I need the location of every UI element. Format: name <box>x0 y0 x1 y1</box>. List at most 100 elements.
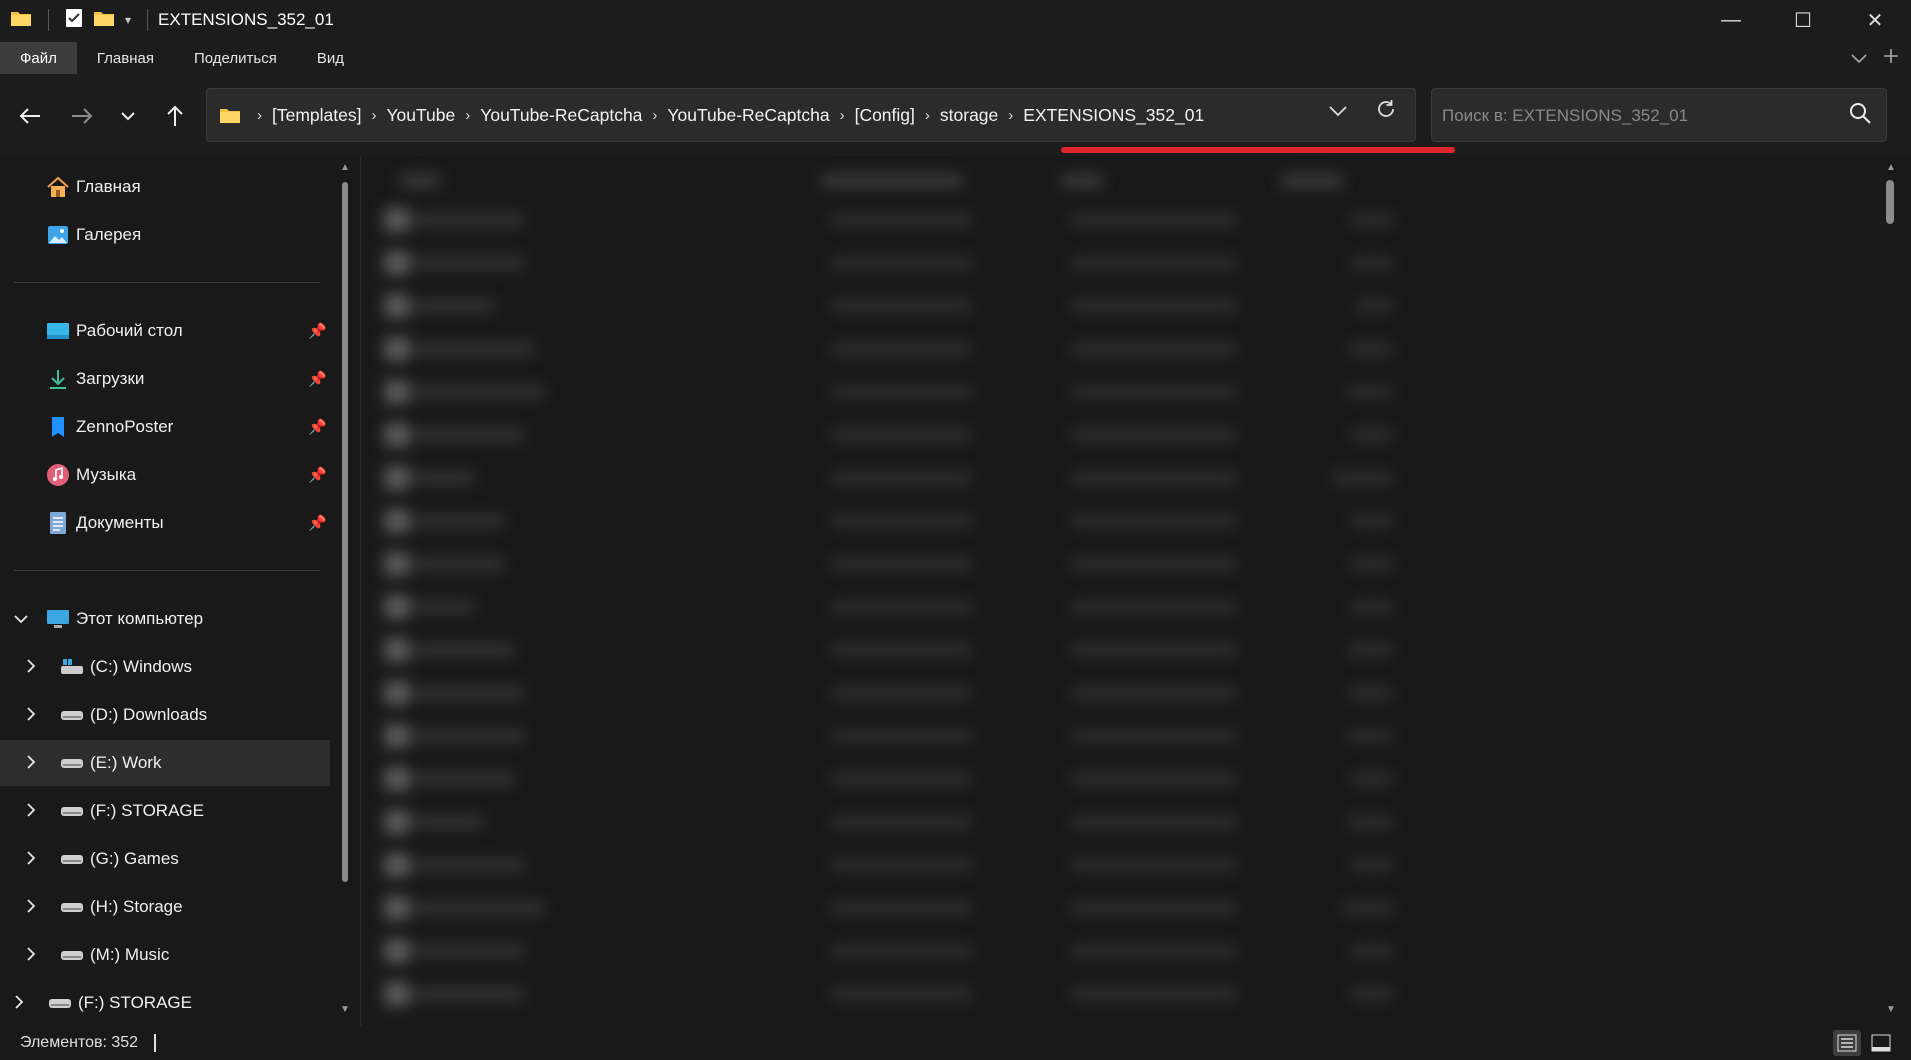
tab-home[interactable]: Главная <box>77 42 174 74</box>
breadcrumb-chevron-icon[interactable]: › <box>461 107 474 124</box>
sidebar-item-label: Музыка <box>76 465 137 484</box>
sidebar-item-drive-m[interactable]: (M:) Music <box>26 932 332 978</box>
breadcrumb-chevron-icon[interactable]: › <box>367 107 380 124</box>
pin-icon[interactable]: 📌 <box>308 466 327 484</box>
scroll-up-arrow-icon[interactable]: ▲ <box>340 162 350 173</box>
blurred-cell <box>832 343 972 355</box>
scroll-down-arrow-icon[interactable]: ▼ <box>340 1004 350 1015</box>
recent-locations-button[interactable] <box>108 96 148 136</box>
sidebar-item-this-pc[interactable]: Этот компьютер <box>14 596 334 642</box>
blurred-cell <box>832 472 972 484</box>
breadcrumb-chevron-icon[interactable]: › <box>648 107 661 124</box>
sidebar-item-drive-g[interactable]: (G:) Games <box>26 836 332 882</box>
blurred-cell <box>1072 816 1237 828</box>
tab-share[interactable]: Поделиться <box>174 42 297 74</box>
sidebar-item-documents[interactable]: Документы 📌 <box>46 500 336 546</box>
address-history-button[interactable] <box>1329 101 1347 122</box>
arrow-left-icon <box>19 108 40 124</box>
breadcrumb-item[interactable]: [Templates] <box>266 105 367 126</box>
search-icon[interactable] <box>1848 101 1872 130</box>
minimize-button[interactable]: — <box>1695 0 1767 40</box>
sidebar-item-desktop[interactable]: Рабочий стол 📌 <box>46 308 336 354</box>
chevron-right-icon[interactable] <box>26 754 36 772</box>
blurred-cell <box>384 337 410 361</box>
new-tab-plus-icon[interactable] <box>1883 47 1899 70</box>
chevron-right-icon[interactable] <box>26 898 36 916</box>
pin-icon[interactable]: 📌 <box>308 514 327 532</box>
maximize-button[interactable]: ☐ <box>1767 0 1839 40</box>
sidebar-item-drive-e[interactable]: (E:) Work <box>0 740 330 786</box>
sidebar-item-zennoposter[interactable]: ZennoPoster 📌 <box>46 404 336 450</box>
view-toggle <box>1833 1030 1895 1056</box>
file-list[interactable] <box>362 156 1882 1020</box>
scroll-down-arrow-icon[interactable]: ▼ <box>1886 1004 1896 1015</box>
sidebar-item-music[interactable]: Музыка 📌 <box>46 452 336 498</box>
new-folder-icon[interactable] <box>93 9 115 32</box>
tiles-view-button[interactable] <box>1867 1030 1895 1056</box>
breadcrumb-item-current[interactable]: EXTENSIONS_352_01 <box>1017 105 1210 126</box>
home-icon <box>46 175 70 199</box>
sidebar-item-network-drive-f[interactable]: (F:) STORAGE <box>14 980 332 1026</box>
sidebar-item-downloads[interactable]: Загрузки 📌 <box>46 356 336 402</box>
content-scrollbar-thumb[interactable] <box>1886 180 1894 224</box>
pin-icon[interactable]: 📌 <box>308 418 327 436</box>
breadcrumb-chevron-icon[interactable]: › <box>1004 107 1017 124</box>
sidebar-item-drive-c[interactable]: (C:) Windows <box>26 644 332 690</box>
toolbar-divider <box>147 9 149 31</box>
chevron-right-icon[interactable] <box>26 802 36 820</box>
blurred-cell <box>384 251 410 275</box>
sidebar-item-gallery[interactable]: Галерея <box>46 212 141 258</box>
forward-button[interactable] <box>62 96 102 136</box>
blurred-column-header <box>1062 174 1102 188</box>
chevron-right-icon[interactable] <box>26 946 36 964</box>
blurred-cell <box>384 896 410 920</box>
customize-toolbar-chevron-icon[interactable]: ▾ <box>125 13 131 27</box>
details-view-button[interactable] <box>1833 1030 1861 1056</box>
pane-splitter[interactable] <box>360 156 361 1026</box>
breadcrumb-item[interactable]: YouTube-ReCaptcha <box>474 105 648 126</box>
blurred-cell <box>832 300 972 312</box>
breadcrumb-item[interactable]: YouTube <box>380 105 461 126</box>
expand-ribbon-chevron-icon[interactable] <box>1851 47 1867 70</box>
chevron-right-icon[interactable] <box>26 706 36 724</box>
up-button[interactable] <box>155 96 195 136</box>
address-bar[interactable]: › [Templates] › YouTube › YouTube-ReCapt… <box>206 88 1455 153</box>
pin-icon[interactable]: 📌 <box>308 370 327 388</box>
blurred-cell <box>1072 687 1237 699</box>
back-button[interactable] <box>10 96 50 136</box>
blurred-file-row <box>362 423 1882 447</box>
blurred-cell <box>384 982 410 1006</box>
blurred-file-row <box>362 337 1882 361</box>
tab-file[interactable]: Файл <box>0 42 77 74</box>
breadcrumb-item[interactable]: YouTube-ReCaptcha <box>661 105 835 126</box>
sidebar-item-drive-d[interactable]: (D:) Downloads <box>26 692 332 738</box>
sidebar-item-label: (E:) Work <box>90 753 162 772</box>
chevron-right-icon[interactable] <box>14 994 24 1012</box>
drive-icon <box>60 703 84 727</box>
refresh-button[interactable] <box>1375 98 1397 126</box>
scroll-up-arrow-icon[interactable]: ▲ <box>1886 162 1896 173</box>
sidebar-item-drive-h[interactable]: (H:) Storage <box>26 884 332 930</box>
search-box[interactable] <box>1431 88 1887 142</box>
breadcrumb-chevron-icon[interactable]: › <box>836 107 849 124</box>
chevron-right-icon[interactable] <box>26 850 36 868</box>
properties-icon[interactable] <box>65 8 83 33</box>
blurred-cell <box>414 515 504 527</box>
blurred-cell <box>414 988 524 1000</box>
tab-view[interactable]: Вид <box>297 42 364 74</box>
chevron-right-icon[interactable] <box>26 658 36 676</box>
pin-icon[interactable]: 📌 <box>308 322 327 340</box>
breadcrumb-chevron-icon[interactable]: › <box>253 107 266 124</box>
sidebar-scrollbar-thumb[interactable] <box>342 182 348 882</box>
breadcrumb-item[interactable]: [Config] <box>849 105 921 126</box>
sidebar-item-drive-f[interactable]: (F:) STORAGE <box>26 788 332 834</box>
breadcrumb-chevron-icon[interactable]: › <box>921 107 934 124</box>
arrow-right-icon <box>72 108 93 124</box>
blurred-cell <box>414 343 534 355</box>
search-input[interactable] <box>1442 103 1822 129</box>
blurred-cell <box>414 558 504 570</box>
breadcrumb-item[interactable]: storage <box>934 105 1004 126</box>
sidebar-item-home[interactable]: Главная <box>46 164 141 210</box>
chevron-down-icon[interactable] <box>14 611 28 627</box>
close-button[interactable]: ✕ <box>1839 0 1911 40</box>
